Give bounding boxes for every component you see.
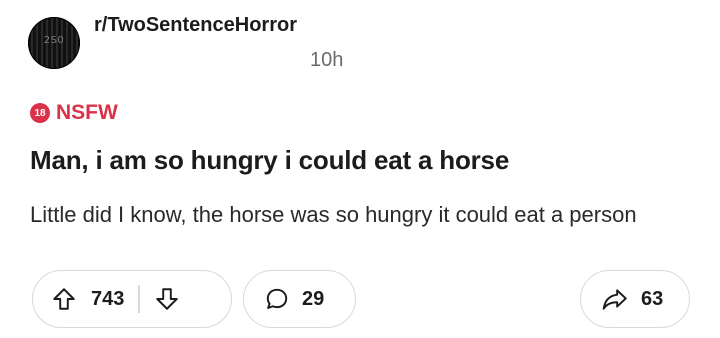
comment-count: 29 — [302, 287, 325, 310]
share-button[interactable]: 63 — [580, 270, 690, 328]
vote-bar: 743 — [32, 270, 232, 328]
nsfw-label: NSFW — [56, 101, 118, 124]
upvote-arrow-icon[interactable] — [51, 286, 77, 312]
post-title[interactable]: Man, i am so hungry i could eat a horse — [30, 145, 509, 176]
downvote-arrow-icon[interactable] — [154, 286, 180, 312]
subreddit-name[interactable]: r/TwoSentenceHorror — [94, 14, 297, 37]
comment-button[interactable]: 29 — [243, 270, 356, 328]
nsfw-18-icon: 18 — [30, 103, 50, 123]
share-arrow-icon — [601, 286, 629, 312]
subreddit-avatar[interactable]: 2S0 — [28, 17, 80, 69]
comment-bubble-icon — [264, 286, 290, 312]
vote-divider — [138, 285, 140, 313]
avatar-text: 2S0 — [43, 35, 65, 46]
post-time: 10h — [310, 49, 344, 71]
share-count: 63 — [641, 287, 664, 310]
upvote-count: 743 — [91, 287, 125, 310]
nsfw-tag: 18 NSFW — [30, 101, 118, 125]
post-body: Little did I know, the horse was so hung… — [30, 202, 637, 227]
